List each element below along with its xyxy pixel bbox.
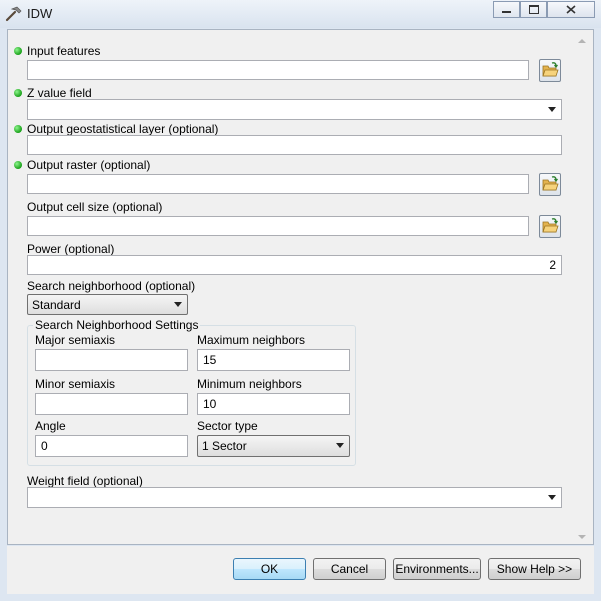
weight-field-label: Weight field (optional) [27,474,143,488]
angle-label: Angle [35,419,66,433]
search-neighborhood-value: Standard [32,298,81,312]
output-geo-layer-label: Output geostatistical layer (optional) [27,122,219,136]
close-button[interactable] [547,1,595,18]
required-indicator-icon [14,89,22,97]
minor-semiaxis-input[interactable] [35,393,188,415]
minor-semiaxis-label: Minor semiaxis [35,377,116,391]
chevron-down-icon [174,302,182,307]
search-neighborhood-label: Search neighborhood (optional) [27,279,196,293]
power-label: Power (optional) [27,242,115,256]
window-title: IDW [27,6,53,21]
sector-type-dropdown[interactable]: 1 Sector [197,435,350,457]
output-cell-size-input[interactable] [27,216,529,236]
required-indicator-icon [14,125,22,133]
z-value-field-dropdown[interactable] [27,99,562,120]
scroll-up-icon[interactable] [578,39,586,43]
cancel-button[interactable]: Cancel [313,558,386,580]
input-features-input[interactable] [27,60,529,80]
close-icon [566,5,576,14]
group-title: Search Neighborhood Settings [33,318,201,332]
scroll-down-icon[interactable] [578,535,586,539]
environments-button[interactable]: Environments... [393,558,481,580]
major-semiaxis-input[interactable] [35,349,188,371]
chevron-down-icon [548,495,556,500]
power-input[interactable]: 2 [27,255,562,275]
angle-input[interactable]: 0 [35,435,188,457]
minimize-icon [502,11,511,13]
z-value-field-label: Z value field [27,86,92,100]
maximize-button[interactable] [520,1,547,18]
minimum-neighbors-label: Minimum neighbors [197,377,302,391]
browse-input-features-button[interactable] [539,59,561,82]
maximum-neighbors-label: Maximum neighbors [197,333,306,347]
open-folder-icon [542,62,559,77]
idw-dialog-window: IDW Input features Z value field Output … [0,0,601,601]
weight-field-dropdown[interactable] [27,487,562,508]
chevron-down-icon [548,107,556,112]
maximize-icon [528,5,539,14]
maximum-neighbors-input[interactable]: 15 [197,349,350,371]
search-neighborhood-dropdown[interactable]: Standard [27,294,188,315]
required-indicator-icon [14,161,22,169]
ok-button[interactable]: OK [233,558,306,580]
output-cell-size-label: Output cell size (optional) [27,200,163,214]
show-help-button[interactable]: Show Help >> [488,558,581,580]
required-indicator-icon [14,47,22,55]
title-bar: IDW [0,0,601,28]
output-geo-layer-input[interactable] [27,135,562,155]
browse-output-raster-button[interactable] [539,173,561,196]
minimize-button[interactable] [493,1,520,18]
output-raster-label: Output raster (optional) [27,158,151,172]
open-folder-icon [542,176,559,191]
sector-type-value: 1 Sector [202,439,247,453]
major-semiaxis-label: Major semiaxis [35,333,116,347]
minimum-neighbors-input[interactable]: 10 [197,393,350,415]
output-raster-input[interactable] [27,174,529,194]
chevron-down-icon [336,443,344,448]
open-folder-icon [542,218,559,233]
hammer-icon [5,6,22,22]
input-features-label: Input features [27,44,101,58]
sector-type-label: Sector type [197,419,258,433]
vertical-scrollbar[interactable] [574,34,590,544]
browse-cell-size-button[interactable] [539,215,561,238]
